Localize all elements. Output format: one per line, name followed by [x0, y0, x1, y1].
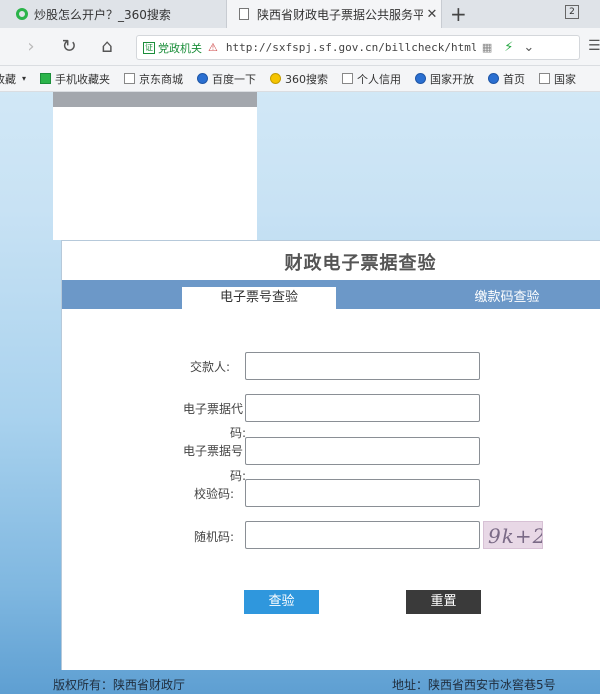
apps-grid-icon[interactable]: ▦: [482, 41, 492, 54]
certificate-badge[interactable]: 证 党政机关: [137, 40, 202, 56]
bill-number-label: 电子票据号: [183, 444, 244, 458]
bookmark-360[interactable]: 360搜索: [270, 71, 328, 87]
page-icon: [124, 73, 136, 84]
page-title: 财政电子票据查验: [284, 253, 437, 274]
360-icon: [270, 73, 282, 84]
browser-tab-strip: 炒股怎么开户？_360搜索 陕西省财政电子票据公共服务平 ✕ + 2: [0, 0, 600, 28]
certificate-label: 党政机关: [158, 41, 202, 55]
bookmark-home[interactable]: 首页: [488, 71, 525, 87]
ie-icon: [415, 73, 427, 84]
caret-down-icon: ▾: [22, 74, 27, 83]
verification-panel: 财政电子票据查验 电子票号查验 缴款码查验 交款人: 电子票据代 码: 电子票据…: [61, 240, 600, 670]
bill-code-label-cont: 码:: [230, 426, 247, 440]
reload-icon[interactable]: ↻: [58, 36, 80, 58]
address-text: 地址：陕西省西安市冰窖巷5号: [392, 678, 556, 692]
chevron-down-icon[interactable]: ⌄: [523, 40, 534, 55]
bookmark-national[interactable]: 国家: [539, 71, 576, 87]
page-icon: [539, 73, 551, 84]
menu-icon[interactable]: ☰: [588, 38, 600, 54]
tab-title: 炒股怎么开户？_360搜索: [34, 7, 171, 22]
captcha-image[interactable]: 9k+2: [483, 521, 543, 549]
url-text[interactable]: http://sxfspj.sf.gov.cn/billcheck/html/: [226, 41, 476, 54]
tab-bill-number[interactable]: 电子票号查验: [182, 287, 336, 311]
header-strip: [53, 92, 257, 107]
bookmark-baidu[interactable]: 百度一下: [197, 71, 256, 87]
address-bar-row: › ↻ ⌂ 证 党政机关 ⚠ http://sxfspj.sf.gov.cn/b…: [0, 28, 600, 66]
browser-tab-active[interactable]: 陕西省财政电子票据公共服务平 ✕: [226, 0, 442, 28]
random-code-input[interactable]: [245, 521, 480, 549]
bookmarks-bar: 收藏▾ 手机收藏夹 京东商城 百度一下 360搜索 个人信用 国家开放 首页 国…: [0, 66, 600, 92]
bill-code-label: 电子票据代: [183, 402, 244, 416]
reset-button[interactable]: 重置: [406, 590, 481, 614]
url-box[interactable]: 证 党政机关 ⚠ http://sxfspj.sf.gov.cn/billche…: [136, 35, 580, 60]
browser-tab-search[interactable]: 炒股怎么开户？_360搜索: [0, 0, 226, 28]
payer-label: 交款人:: [190, 360, 231, 374]
baidu-icon: [197, 73, 209, 84]
bill-code-input[interactable]: [245, 394, 480, 422]
insecure-lock-icon[interactable]: ⚠: [208, 41, 218, 54]
bookmark-open-univ[interactable]: 国家开放: [415, 71, 474, 87]
new-tab-button[interactable]: +: [450, 2, 467, 26]
tab-count-badge[interactable]: 2: [565, 5, 579, 19]
home-icon[interactable]: ⌂: [96, 36, 118, 58]
bookmark-favorites[interactable]: 收藏▾: [0, 71, 26, 87]
check-code-input[interactable]: [245, 479, 480, 507]
document-icon: [239, 8, 249, 20]
bill-number-input[interactable]: [245, 437, 480, 465]
check-button[interactable]: 查验: [244, 590, 319, 614]
page-icon: [342, 73, 354, 84]
page-footer: 版权所有：陕西省财政厅 地址：陕西省西安市冰窖巷5号: [0, 672, 600, 694]
bookmark-credit[interactable]: 个人信用: [342, 71, 401, 87]
bill-number-label-cont: 码:: [230, 469, 247, 483]
payer-input[interactable]: [245, 352, 480, 380]
ie-icon: [488, 73, 500, 84]
header-image-area: [53, 92, 257, 240]
bookmark-mobile[interactable]: 手机收藏夹: [40, 71, 110, 87]
bookmark-jd[interactable]: 京东商城: [124, 71, 183, 87]
tab-title: 陕西省财政电子票据公共服务平: [257, 7, 423, 22]
forward-icon[interactable]: ›: [20, 36, 42, 58]
speed-mode-icon[interactable]: ⚡: [504, 40, 513, 55]
360-search-icon: [16, 8, 28, 20]
close-tab-icon[interactable]: ✕: [423, 7, 441, 22]
random-code-label: 随机码:: [194, 530, 235, 544]
shield-icon: 证: [143, 41, 155, 54]
copyright-text: 版权所有：陕西省财政厅: [53, 678, 186, 692]
check-code-label: 校验码:: [194, 487, 235, 501]
phone-icon: [40, 73, 52, 84]
tab-payment-code[interactable]: 缴款码查验: [442, 287, 572, 309]
